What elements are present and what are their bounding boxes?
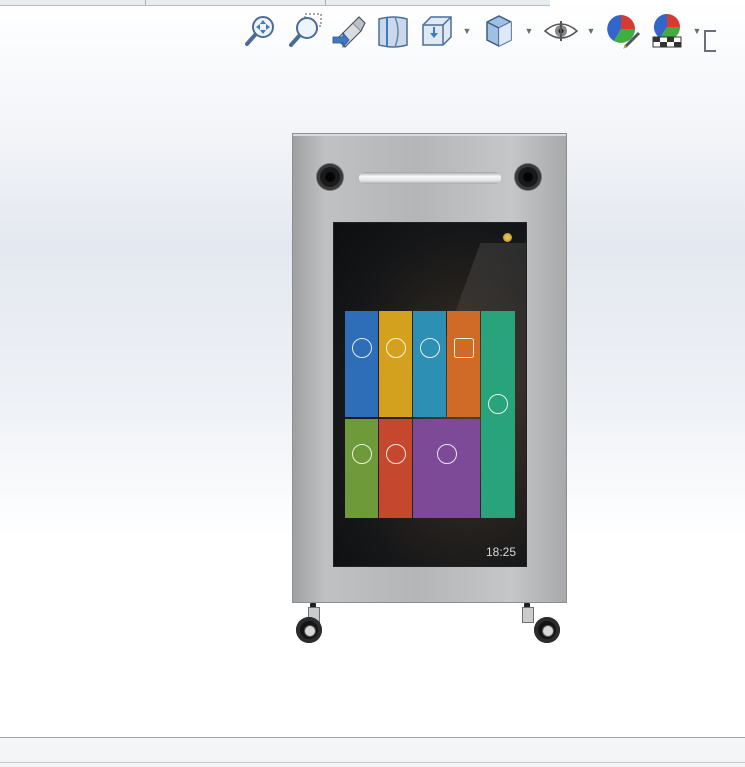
apply-scene-dropdown[interactable]: ▼: [692, 12, 702, 50]
heads-up-view-toolbar: ▼ ▼ ▼ ▼: [242, 10, 716, 52]
tools-icon: [488, 394, 508, 415]
system-icon: [385, 443, 406, 464]
zoom-to-fit-icon[interactable]: [242, 12, 280, 50]
right-caster-wheel: [522, 603, 564, 643]
screen-logo: [503, 233, 514, 242]
edit-appearance-icon[interactable]: [604, 12, 642, 50]
tools-tile[interactable]: [481, 311, 515, 518]
status-bar: [0, 737, 745, 767]
kiosk-top-edge: [293, 134, 566, 136]
tab-separator: [145, 0, 146, 5]
media-tile[interactable]: [413, 419, 480, 518]
right-camera: [515, 164, 541, 190]
clock-time: 18:25: [485, 545, 516, 559]
wifi-icon: [351, 338, 372, 359]
wifi-settings-tile[interactable]: [345, 311, 378, 417]
settings-icon: [385, 338, 406, 359]
display-style-icon[interactable]: [480, 12, 518, 50]
display-style-dropdown[interactable]: ▼: [524, 12, 534, 50]
kiosk-display[interactable]: 18:25: [333, 222, 527, 567]
view-orientation-icon[interactable]: [418, 12, 456, 50]
brand-logo-icon: [503, 233, 512, 242]
caster-hub: [304, 625, 316, 637]
hide-show-items-icon[interactable]: [542, 12, 580, 50]
caster-hub: [542, 625, 554, 637]
display-tile[interactable]: [345, 419, 378, 518]
view-settings-icon[interactable]: [704, 30, 716, 52]
settings-tile-2[interactable]: [379, 311, 412, 417]
display-icon: [351, 443, 372, 464]
system-tile[interactable]: [379, 419, 412, 518]
zoom-to-area-icon[interactable]: [286, 12, 324, 50]
top-tab-strip: [0, 0, 550, 6]
apply-scene-icon[interactable]: [648, 12, 686, 50]
android-tile[interactable]: [413, 311, 446, 417]
status-bar-divider: [0, 762, 745, 763]
hide-show-items-dropdown[interactable]: ▼: [586, 12, 596, 50]
caster-bracket: [522, 607, 534, 623]
view-orientation-dropdown[interactable]: ▼: [462, 12, 472, 50]
previous-view-icon[interactable]: [330, 12, 368, 50]
android-icon: [419, 338, 440, 359]
left-camera: [317, 164, 343, 190]
apps-tile[interactable]: [447, 311, 480, 417]
section-view-icon[interactable]: [374, 12, 412, 50]
tab-separator: [325, 0, 326, 5]
media-icon: [436, 443, 457, 464]
screen-clock: 18:25: [483, 546, 516, 558]
kiosk-model[interactable]: 18:25: [292, 133, 567, 603]
card-slot: [359, 172, 501, 184]
left-caster-wheel: [296, 603, 326, 643]
apps-icon: [453, 338, 474, 359]
